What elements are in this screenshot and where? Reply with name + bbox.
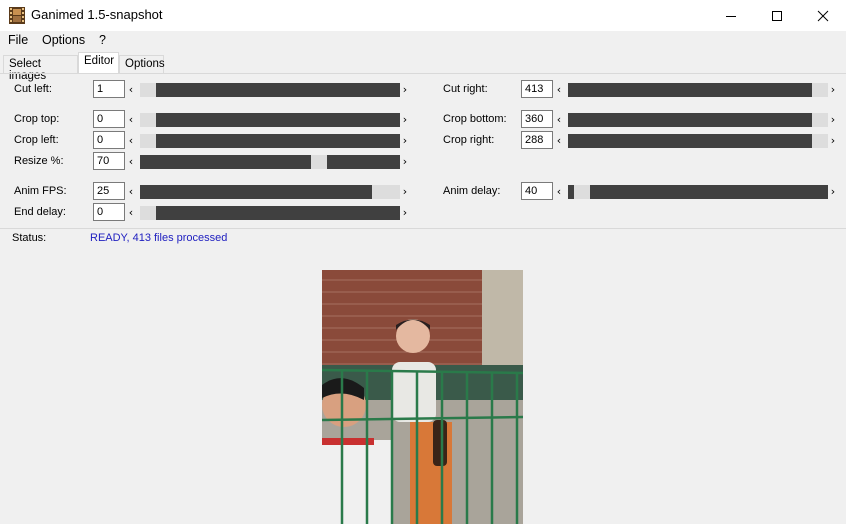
slider-left-arrow-icon[interactable]: ‹	[126, 184, 136, 200]
cut-left-slider[interactable]: ‹ ›	[126, 82, 410, 98]
slider-right-arrow-icon[interactable]: ›	[400, 112, 410, 128]
crop-top-slider[interactable]: ‹ ›	[126, 112, 410, 128]
slider-fill	[156, 113, 400, 127]
slider-fill	[590, 185, 828, 199]
slider-fill	[140, 185, 372, 199]
crop-right-slider[interactable]: ‹ ›	[554, 133, 838, 149]
preview-picture	[322, 270, 523, 524]
slider-fill	[568, 113, 812, 127]
slider-right-arrow-icon[interactable]: ›	[828, 82, 838, 98]
slider-right-arrow-icon[interactable]: ›	[400, 184, 410, 200]
slider-track[interactable]	[568, 83, 828, 97]
crop-bottom-slider[interactable]: ‹ ›	[554, 112, 838, 128]
slider-left-arrow-icon[interactable]: ‹	[554, 133, 564, 149]
close-button[interactable]	[800, 0, 846, 31]
status-text: READY, 413 files processed	[90, 232, 228, 244]
slider-left-arrow-icon[interactable]: ‹	[126, 205, 136, 221]
anim-delay-label: Anim delay:	[443, 185, 501, 197]
slider-fill	[327, 155, 400, 169]
slider-fill	[568, 134, 812, 148]
slider-fill	[156, 206, 400, 220]
crop-right-field[interactable]: 288	[521, 131, 553, 149]
slider-left-arrow-icon[interactable]: ‹	[554, 82, 564, 98]
menu-file[interactable]: File	[8, 33, 28, 47]
slider-track[interactable]	[140, 134, 400, 148]
title-bar: Ganimed 1.5-snapshot	[0, 0, 846, 31]
crop-bottom-field[interactable]: 360	[521, 110, 553, 128]
end-delay-field[interactable]: 0	[93, 203, 125, 221]
slider-left-arrow-icon[interactable]: ‹	[126, 154, 136, 170]
crop-left-slider[interactable]: ‹ ›	[126, 133, 410, 149]
slider-track[interactable]	[140, 185, 400, 199]
crop-right-label: Crop right:	[443, 134, 495, 146]
crop-left-field[interactable]: 0	[93, 131, 125, 149]
resize-field[interactable]: 70	[93, 152, 125, 170]
slider-track[interactable]	[140, 206, 400, 220]
slider-track[interactable]	[568, 134, 828, 148]
preview-image	[322, 270, 523, 524]
minimize-icon	[726, 16, 736, 17]
crop-top-field[interactable]: 0	[93, 110, 125, 128]
close-icon	[817, 10, 829, 22]
slider-right-arrow-icon[interactable]: ›	[828, 133, 838, 149]
crop-bottom-label: Crop bottom:	[443, 113, 507, 125]
crop-top-label: Crop top:	[14, 113, 60, 125]
slider-fill	[156, 83, 400, 97]
slider-track[interactable]	[140, 83, 400, 97]
window-title: Ganimed 1.5-snapshot	[31, 7, 163, 22]
tab-editor[interactable]: Editor	[78, 52, 119, 74]
cut-left-label: Cut left:	[14, 83, 52, 95]
tab-label: Select images	[9, 58, 47, 82]
slider-fill	[156, 134, 400, 148]
anim-fps-slider[interactable]: ‹ ›	[126, 184, 410, 200]
maximize-icon	[772, 11, 782, 21]
cut-right-slider[interactable]: ‹ ›	[554, 82, 838, 98]
tab-panel-border	[0, 73, 846, 74]
tab-strip: Select images Editor Options	[0, 51, 846, 82]
film-strip-icon	[9, 7, 25, 24]
slider-right-arrow-icon[interactable]: ›	[828, 112, 838, 128]
slider-right-arrow-icon[interactable]: ›	[400, 133, 410, 149]
anim-fps-label: Anim FPS:	[14, 185, 67, 197]
slider-track[interactable]	[140, 113, 400, 127]
menu-bar: File Options ?	[0, 31, 846, 51]
menu-options[interactable]: Options	[42, 33, 85, 47]
anim-fps-field[interactable]: 25	[93, 182, 125, 200]
maximize-button[interactable]	[754, 0, 800, 31]
tab-label: Editor	[84, 55, 115, 67]
slider-right-arrow-icon[interactable]: ›	[400, 154, 410, 170]
cut-left-field[interactable]: 1	[93, 80, 125, 98]
crop-left-label: Crop left:	[14, 134, 59, 146]
status-separator	[0, 228, 846, 229]
slider-right-arrow-icon[interactable]: ›	[828, 184, 838, 200]
cut-right-label: Cut right:	[443, 83, 488, 95]
cut-right-field[interactable]: 413	[521, 80, 553, 98]
tab-select-images[interactable]: Select images	[3, 55, 78, 82]
slider-track[interactable]	[568, 113, 828, 127]
slider-fill	[568, 185, 574, 199]
slider-fill	[568, 83, 812, 97]
slider-left-arrow-icon[interactable]: ‹	[126, 133, 136, 149]
end-delay-slider[interactable]: ‹ ›	[126, 205, 410, 221]
slider-right-arrow-icon[interactable]: ›	[400, 205, 410, 221]
slider-left-arrow-icon[interactable]: ‹	[126, 112, 136, 128]
slider-fill	[140, 155, 311, 169]
end-delay-label: End delay:	[14, 206, 66, 218]
slider-right-arrow-icon[interactable]: ›	[400, 82, 410, 98]
status-label: Status:	[12, 232, 47, 244]
minimize-button[interactable]	[708, 0, 754, 31]
tab-options[interactable]: Options	[119, 55, 165, 74]
slider-left-arrow-icon[interactable]: ‹	[126, 82, 136, 98]
anim-delay-field[interactable]: 40	[521, 182, 553, 200]
slider-left-arrow-icon[interactable]: ‹	[554, 184, 564, 200]
resize-slider[interactable]: ‹ ›	[126, 154, 410, 170]
slider-left-arrow-icon[interactable]: ‹	[554, 112, 564, 128]
menu-help[interactable]: ?	[99, 33, 106, 47]
tab-label: Options	[125, 58, 165, 70]
slider-track[interactable]	[140, 155, 400, 169]
slider-track[interactable]	[568, 185, 828, 199]
anim-delay-slider[interactable]: ‹ ›	[554, 184, 838, 200]
resize-label: Resize %:	[14, 155, 64, 167]
